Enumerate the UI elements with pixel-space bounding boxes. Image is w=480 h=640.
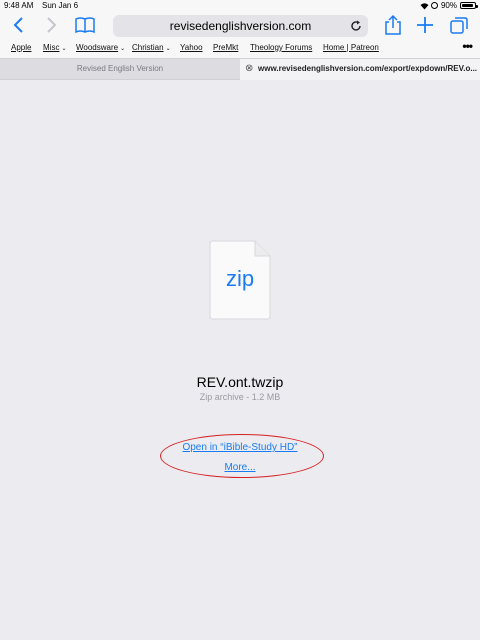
status-indicators: 90%: [420, 1, 478, 10]
chevron-down-icon: ⌄: [61, 46, 67, 52]
wifi-icon: [420, 2, 429, 10]
forward-icon[interactable]: [40, 14, 62, 36]
back-icon[interactable]: [8, 14, 30, 36]
status-date: Sun Jan 6: [42, 1, 79, 10]
chevron-down-icon: ⌄: [165, 46, 171, 52]
battery-icon: [460, 2, 478, 9]
bookmarks-bar: Apple Misc ⌄ Woodsware ⌄ Christian ⌄ Yahoo …: [0, 38, 480, 58]
status-time: 9:48 AM: [4, 1, 34, 10]
reload-icon[interactable]: [349, 19, 363, 33]
open-in-app-link[interactable]: Open in “iBible-Study HD”: [0, 442, 480, 453]
file-name: REV.ont.twzip: [196, 374, 284, 390]
close-tab-icon[interactable]: ⊗: [245, 59, 253, 79]
more-options-link[interactable]: More...: [0, 462, 480, 473]
share-icon[interactable]: [382, 14, 404, 36]
orientation-lock-icon: [430, 2, 438, 9]
browser-toolbar: revisedenglishversion.com: [0, 12, 480, 38]
chevron-down-icon: ⌄: [120, 46, 126, 52]
tab-bar: Revised English Version ⊗ www.revisedeng…: [0, 58, 480, 80]
new-tab-icon[interactable]: [414, 14, 436, 36]
file-type-label: zip: [225, 266, 255, 291]
bookmark-premkt[interactable]: PreMkt: [213, 43, 238, 52]
tab-label: www.revisedenglishversion.com/export/exp…: [258, 64, 478, 73]
file-meta: Zip archive - 1.2 MB: [199, 392, 281, 402]
bookmark-woodsware[interactable]: Woodsware ⌄: [76, 43, 125, 52]
bookmark-misc[interactable]: Misc ⌄: [43, 43, 66, 52]
bookmark-home-patreon[interactable]: Home | Patreon: [323, 43, 379, 52]
address-bar[interactable]: revisedenglishversion.com: [113, 15, 368, 37]
bookmark-apple[interactable]: Apple: [11, 43, 31, 52]
bookmark-christian[interactable]: Christian ⌄: [132, 43, 171, 52]
tab-revised-english-version[interactable]: Revised English Version: [0, 59, 240, 80]
bookmark-theology-forums[interactable]: Theology Forums: [250, 43, 312, 52]
tabs-icon[interactable]: [448, 14, 470, 36]
tab-download-page[interactable]: ⊗ www.revisedenglishversion.com/export/e…: [240, 59, 480, 80]
more-bookmarks-icon[interactable]: •••: [462, 39, 473, 53]
url-text[interactable]: revisedenglishversion.com: [113, 19, 368, 33]
status-bar: 9:48 AM Sun Jan 6 90%: [0, 0, 480, 12]
bookmarks-icon[interactable]: [74, 14, 96, 36]
bookmark-yahoo[interactable]: Yahoo: [180, 43, 203, 52]
battery-percent: 90%: [440, 1, 457, 10]
